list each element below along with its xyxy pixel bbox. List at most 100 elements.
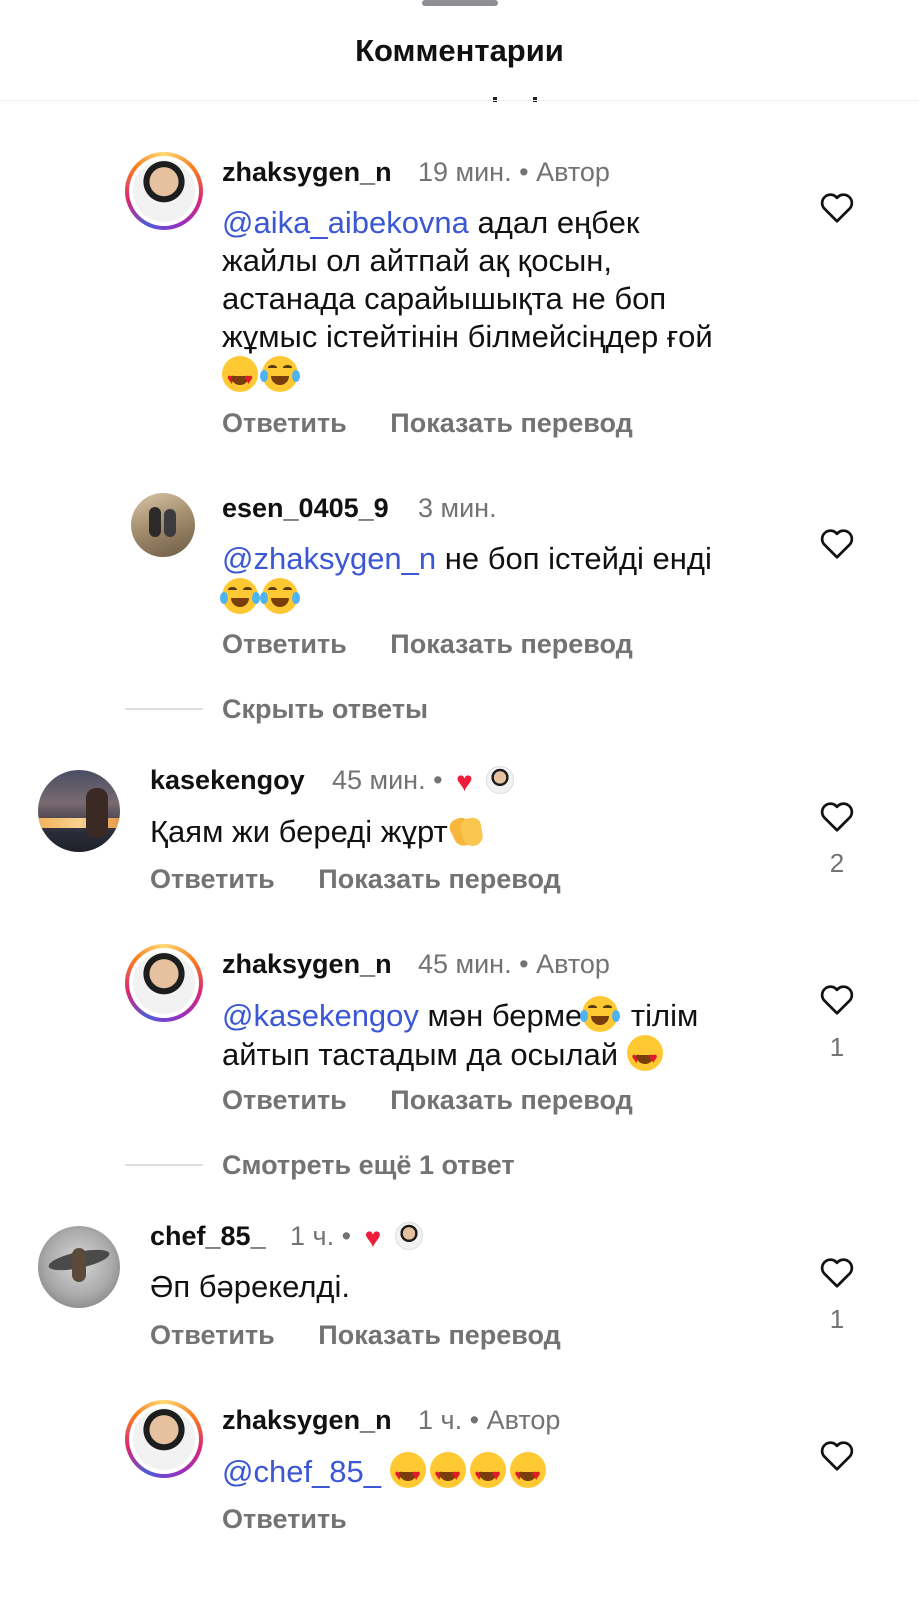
comment-username[interactable]: zhaksygen_n xyxy=(222,1405,392,1436)
comment-meta: 45 мин. • ♥ xyxy=(332,765,515,798)
comment-text: @kasekengoy мән берме тілім айтып тастад… xyxy=(222,996,802,1078)
comment-text-line: Қаям жи береді жұрт xyxy=(150,814,448,849)
comments-sheet: Комментарии zhaksygen_n 19 мин. • Автор … xyxy=(0,0,919,1600)
heart-icon xyxy=(820,985,854,1015)
comment-text: Әп бәрекелді. xyxy=(150,1268,790,1306)
comment-text-line: адал еңбек xyxy=(477,205,640,240)
author-liked-heart-icon: ♥ xyxy=(364,1222,382,1253)
author-tag: • Автор xyxy=(469,1405,561,1435)
comment-actions: Ответить Показать перевод xyxy=(150,864,561,895)
heart-icon xyxy=(820,802,854,832)
avatar[interactable] xyxy=(125,944,203,1022)
joy-emoji xyxy=(260,356,300,392)
comment-time: 3 мин. xyxy=(418,493,497,523)
comment-text-line: жұмыс істейтінін білмейсіңдер ғой xyxy=(222,319,713,354)
comment-meta: 45 мин. • Автор xyxy=(418,949,610,980)
joy-emoji xyxy=(260,578,300,614)
like-button[interactable] xyxy=(817,799,857,838)
comment-meta: 1 ч. • ♥ xyxy=(290,1221,423,1254)
heart-eyes-emoji xyxy=(469,1452,506,1495)
heart-icon xyxy=(820,193,854,223)
comment-actions: Ответить Показать перевод xyxy=(222,1085,633,1116)
reply-button[interactable]: Ответить xyxy=(222,1504,347,1534)
show-translation-button[interactable]: Показать перевод xyxy=(318,864,561,894)
mention-link[interactable]: @kasekengoy xyxy=(222,998,419,1033)
comment-username[interactable]: zhaksygen_n xyxy=(222,157,392,188)
heart-eyes-emoji xyxy=(429,1452,466,1495)
comment-text-line: жайлы ол айтпай ақ қосын, xyxy=(222,243,612,278)
replies-divider-line xyxy=(125,708,203,710)
like-count: 1 xyxy=(829,1304,845,1334)
comment-username[interactable]: kasekengoy xyxy=(150,765,305,796)
comment-time: 45 мин. • xyxy=(332,765,443,795)
show-translation-button[interactable]: Показать перевод xyxy=(390,408,633,438)
heart-eyes-emoji xyxy=(626,1035,663,1078)
avatar[interactable] xyxy=(38,770,120,852)
comment-text: @aika_aibekovna адал еңбек жайлы ол айтп… xyxy=(222,204,802,399)
avatar[interactable] xyxy=(38,1226,120,1308)
author-tag: • Автор xyxy=(519,157,610,187)
drag-handle[interactable] xyxy=(422,0,498,6)
show-translation-button[interactable]: Показать перевод xyxy=(318,1320,561,1350)
hide-replies-button[interactable]: Скрыть ответы xyxy=(222,694,428,725)
comment-text-line: мән берме xyxy=(427,998,583,1033)
comment-text: @chef_85_ xyxy=(222,1452,802,1495)
comment-actions: Ответить xyxy=(222,1504,383,1535)
comment-username[interactable]: zhaksygen_n xyxy=(222,949,392,980)
author-mini-avatar xyxy=(394,1222,423,1250)
comment-text-line: айтып тастадым да осылай xyxy=(222,1037,619,1072)
author-mini-avatar xyxy=(486,766,515,794)
like-button[interactable] xyxy=(817,1255,857,1294)
header-divider xyxy=(0,100,919,101)
comment-text-line: астанада сарайышықта не боп xyxy=(222,281,667,316)
comment-text-line: не боп істейді енді xyxy=(444,541,712,576)
avatar[interactable] xyxy=(125,1400,203,1478)
reply-button[interactable]: Ответить xyxy=(150,1320,275,1350)
replies-divider-line xyxy=(125,1164,203,1166)
heart-eyes-emoji xyxy=(389,1452,426,1495)
comment-actions: Ответить Показать перевод xyxy=(222,408,633,439)
like-button[interactable] xyxy=(817,982,857,1021)
comment-meta: 1 ч. • Автор xyxy=(418,1405,560,1436)
comment-time: 1 ч. xyxy=(418,1405,463,1435)
comment-actions: Ответить Показать перевод xyxy=(150,1320,561,1351)
reply-button[interactable]: Ответить xyxy=(222,629,347,659)
comment-text: Қаям жи береді жұрт xyxy=(150,812,790,851)
view-more-replies-button[interactable]: Смотреть ещё 1 ответ xyxy=(222,1150,515,1181)
like-button[interactable] xyxy=(817,526,857,565)
like-count: 1 xyxy=(829,1032,845,1062)
reply-button[interactable]: Ответить xyxy=(222,1085,347,1115)
comment-time: 45 мин. xyxy=(418,949,512,979)
sheet-title: Комментарии xyxy=(355,33,564,68)
avatar[interactable] xyxy=(125,152,203,230)
show-translation-button[interactable]: Показать перевод xyxy=(390,629,633,659)
mention-link[interactable]: @zhaksygen_n xyxy=(222,541,436,576)
comment-text-line: тілім xyxy=(630,998,699,1033)
joy-emoji xyxy=(580,996,621,1032)
author-tag: • Автор xyxy=(519,949,610,979)
comment-time: 19 мин. xyxy=(418,157,512,187)
comment-time: 1 ч. • xyxy=(290,1221,352,1251)
reply-button[interactable]: Ответить xyxy=(150,864,275,894)
heart-icon xyxy=(820,1441,854,1471)
heart-icon xyxy=(820,1258,854,1288)
clapping-hands-emoji xyxy=(446,812,484,849)
comment-meta: 19 мин. • Автор xyxy=(418,157,610,188)
like-button[interactable] xyxy=(817,1438,857,1477)
reply-button[interactable]: Ответить xyxy=(222,408,347,438)
like-button[interactable] xyxy=(817,190,857,229)
show-translation-button[interactable]: Показать перевод xyxy=(390,1085,633,1115)
heart-eyes-emoji xyxy=(222,356,258,399)
heart-eyes-emoji xyxy=(509,1452,546,1495)
mention-link[interactable]: @aika_aibekovna xyxy=(222,205,469,240)
comment-username[interactable]: chef_85_ xyxy=(150,1221,266,1252)
joy-emoji xyxy=(220,578,260,614)
comment-text-line: Әп бәрекелді. xyxy=(150,1269,351,1304)
avatar[interactable] xyxy=(131,493,195,557)
comment-actions: Ответить Показать перевод xyxy=(222,629,633,660)
comment-text: @zhaksygen_n не боп істейді енді xyxy=(220,540,802,617)
like-count: 2 xyxy=(829,848,845,878)
comment-username[interactable]: esen_0405_9 xyxy=(222,493,389,524)
author-liked-heart-icon: ♥ xyxy=(456,766,473,797)
mention-link[interactable]: @chef_85_ xyxy=(222,1454,381,1489)
